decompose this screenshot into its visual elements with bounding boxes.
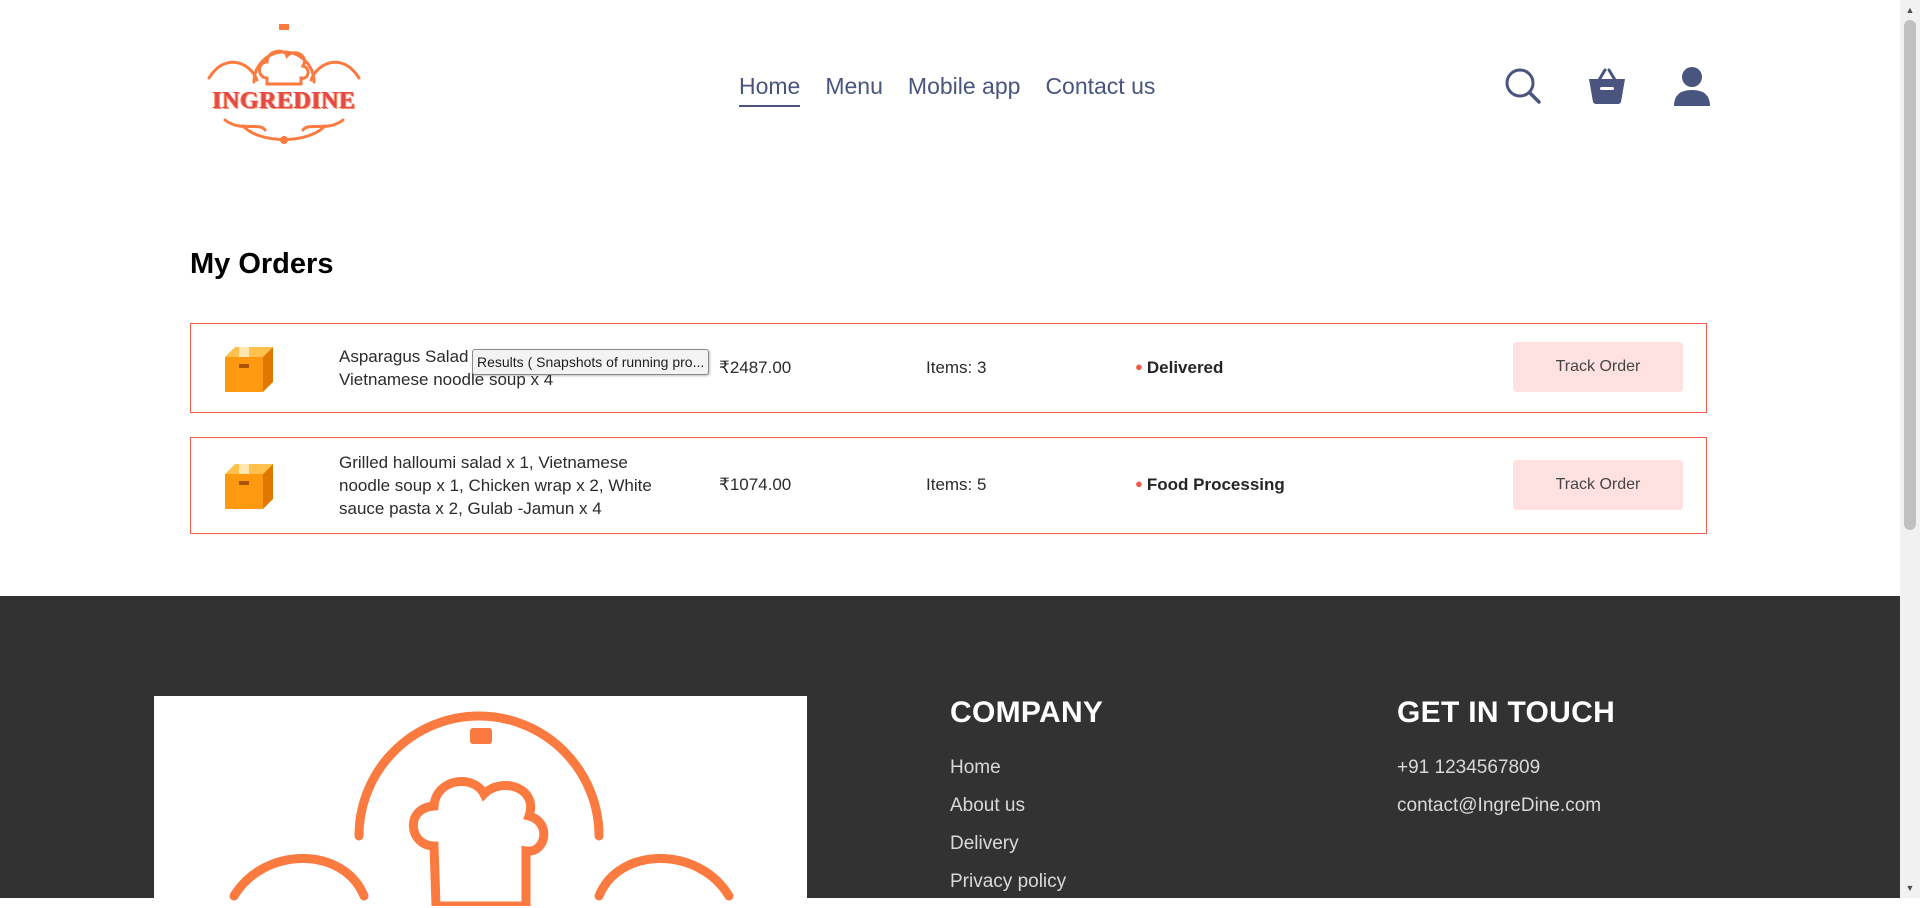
status-label: Delivered [1146,358,1224,377]
parcel-icon [223,461,275,516]
order-card: Asparagus Salad x 2, Fruit tea x 4, Viet… [190,323,1707,413]
profile-button[interactable] [1672,66,1712,113]
chef-hat-logo-icon [229,711,734,906]
tooltip: Results ( Snapshots of running pro... [472,349,710,375]
site-footer: COMPANY Home About us Delivery Privacy p… [0,596,1900,906]
nav-menu[interactable]: Menu [825,70,883,107]
main-nav: Home Menu Mobile app Contact us [739,70,1155,107]
nav-home[interactable]: Home [739,70,801,107]
order-amount: ₹2487.00 [719,358,792,377]
order-item-count: Items: 3 [926,358,987,377]
scrollbar-thumb[interactable] [1904,20,1916,530]
basket-button[interactable] [1587,66,1627,111]
footer-link-home[interactable]: Home [950,756,1103,780]
order-item-count: Items: 5 [926,475,987,494]
parcel-icon [223,344,275,399]
status-dot-icon: ● [1135,359,1143,374]
ingredine-logo[interactable]: INGREDINE [205,22,363,148]
scroll-down-arrow-icon[interactable]: ▼ [1900,878,1920,898]
footer-logo [154,696,807,906]
footer-link-about-us[interactable]: About us [950,794,1103,818]
vertical-scrollbar[interactable]: ▲ ▼ [1900,0,1920,898]
search-icon [1505,68,1541,104]
page-title: My Orders [190,248,334,280]
search-button[interactable] [1503,66,1543,111]
nav-contact-us[interactable]: Contact us [1045,70,1155,107]
order-amount: ₹1074.00 [719,475,792,494]
logo-wordmark: INGREDINE [212,88,356,114]
order-status: ● Delivered [1135,358,1223,378]
footer-email: contact@IngreDine.com [1397,795,1602,816]
order-card: Grilled halloumi salad x 1, Vietnamese n… [190,437,1707,534]
footer-contact-heading: GET IN TOUCH [1397,696,1616,729]
footer-phone: +91 1234567809 [1397,757,1541,778]
nav-mobile-app[interactable]: Mobile app [908,70,1021,107]
chef-hat-logo-icon [207,24,361,144]
site-header: INGREDINE Home Menu Mobile app Contact u… [0,0,1900,175]
order-items: Grilled halloumi salad x 1, Vietnamese n… [339,453,652,518]
status-dot-icon: ● [1135,476,1143,491]
basket-icon [1589,68,1625,104]
status-label: Food Processing [1146,475,1285,494]
scroll-up-arrow-icon[interactable]: ▲ [1900,0,1920,20]
footer-company-heading: COMPANY [950,696,1104,729]
footer-company: COMPANY Home About us Delivery Privacy p… [950,696,1103,908]
profile-icon [1674,67,1710,106]
track-order-button[interactable]: Track Order [1513,342,1683,392]
footer-link-privacy-policy[interactable]: Privacy policy [950,870,1103,894]
track-order-button[interactable]: Track Order [1513,460,1683,510]
footer-contact: GET IN TOUCH +91 1234567809 contact@Ingr… [1397,696,1615,832]
order-status: ● Food Processing [1135,475,1285,495]
footer-link-delivery[interactable]: Delivery [950,832,1103,856]
